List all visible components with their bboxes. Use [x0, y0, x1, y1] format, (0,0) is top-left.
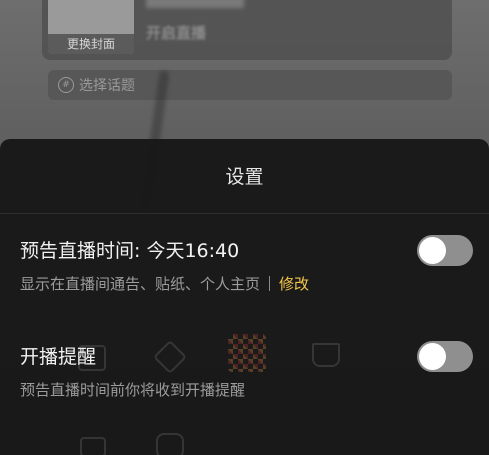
separator [269, 276, 271, 291]
divider [0, 213, 489, 214]
edit-time-link[interactable]: 修改 [279, 273, 309, 294]
change-cover-label: 更换封面 [48, 34, 134, 54]
settings-sheet: 设置 预告直播时间: 今天16:40 显示在直播间通告、贴纸、个人主页 修改 开… [0, 139, 489, 455]
select-topic-button[interactable]: # 选择话题 [48, 70, 452, 100]
start-reminder-toggle[interactable] [417, 341, 473, 372]
title-blur [146, 0, 244, 8]
scheduled-time-label: 预告直播时间: 今天16:40 [20, 240, 240, 262]
scheduled-time-description-row: 显示在直播间通告、贴纸、个人主页 修改 [20, 273, 309, 294]
ghost-cart-icon [312, 343, 340, 367]
ghost-pencil-icon [153, 340, 187, 374]
scheduled-time-toggle[interactable] [417, 235, 473, 266]
select-topic-label: 选择话题 [79, 78, 135, 94]
scheduled-time-description: 显示在直播间通告、贴纸、个人主页 [20, 275, 261, 293]
ghost-sticker-icon [228, 334, 266, 372]
sheet-title: 设置 [225, 166, 264, 188]
start-reminder-description: 预告直播时间前你将收到开播提醒 [20, 381, 246, 399]
hashtag-circle-icon: # [58, 77, 74, 93]
cover-thumbnail[interactable]: 更换封面 [48, 0, 134, 54]
live-title-placeholder: 开启直播 [146, 24, 207, 42]
toggle-knob [419, 343, 446, 370]
start-reminder-label: 开播提醒 [20, 346, 97, 368]
ghost-record-icon [156, 433, 184, 455]
toggle-knob [419, 237, 446, 264]
ghost-share-icon [80, 437, 106, 455]
